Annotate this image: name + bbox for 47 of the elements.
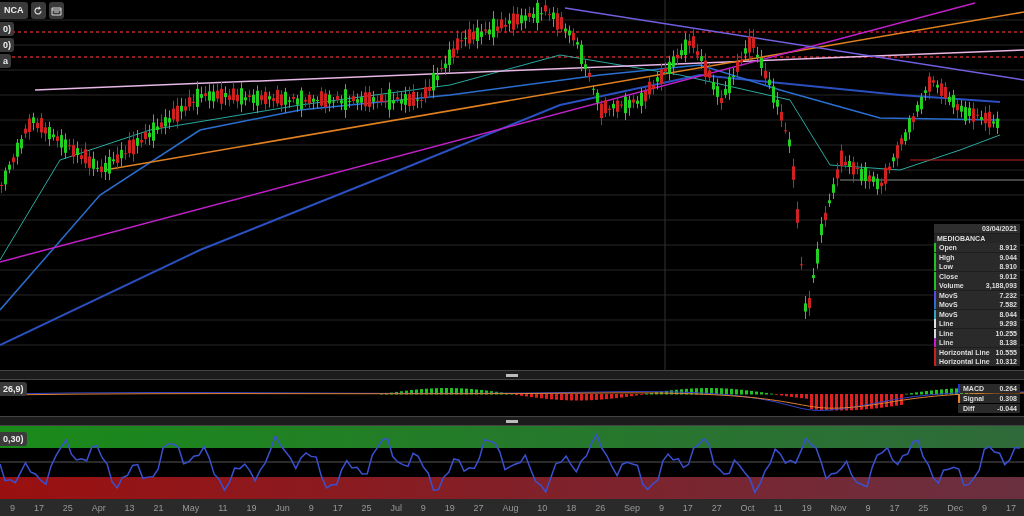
axis-label: Apr xyxy=(91,502,106,513)
study-label: a xyxy=(0,54,11,68)
calendar-icon xyxy=(50,5,62,16)
axis-label: 11 xyxy=(218,502,228,513)
axis-label: 19 xyxy=(444,502,455,513)
study-label: 26,9) xyxy=(0,382,27,396)
axis-label: 26 xyxy=(595,502,606,513)
axis-label: Nov xyxy=(830,502,847,513)
reset-view-button[interactable] xyxy=(48,2,64,19)
axis-label: Sep xyxy=(624,502,641,513)
axis-label: Jun xyxy=(275,502,290,513)
axis-label: 18 xyxy=(566,502,577,513)
refresh-icon xyxy=(33,5,43,16)
axis-label: 13 xyxy=(124,502,135,513)
refresh-button[interactable] xyxy=(30,2,46,19)
axis-label: May xyxy=(182,502,200,513)
axis-label: 21 xyxy=(153,502,164,513)
axis-label: 17 xyxy=(889,502,900,513)
axis-label: 9 xyxy=(420,502,426,513)
axis-label: 17 xyxy=(332,502,343,513)
axis-label: Dec xyxy=(947,502,964,513)
study-label: 0) xyxy=(0,38,14,52)
axis-label: 9 xyxy=(658,502,664,513)
axis-label: 10 xyxy=(537,502,548,513)
study-label: 0,30) xyxy=(0,432,27,446)
axis-label: Oct xyxy=(740,502,755,513)
axis-label: 9 xyxy=(865,502,871,513)
axis-label: 9 xyxy=(10,502,15,513)
axis-label: 17 xyxy=(1005,502,1016,513)
axis-label: 17 xyxy=(682,502,693,513)
axis-label: 19 xyxy=(801,502,812,513)
axis-label: 27 xyxy=(473,502,484,513)
axis-label: 27 xyxy=(711,502,722,513)
axis-label: 25 xyxy=(918,502,929,513)
resize-handle[interactable] xyxy=(506,373,518,377)
resize-handle[interactable] xyxy=(506,419,518,423)
study-label: 0) xyxy=(0,22,14,36)
symbol-label: NCA xyxy=(0,2,28,19)
axis-label: Jul xyxy=(390,502,402,513)
axis-label: 25 xyxy=(361,502,372,513)
axis-label: 19 xyxy=(246,502,257,513)
axis-label: 25 xyxy=(62,502,73,513)
axis-label: 9 xyxy=(982,502,988,513)
axis-label: Aug xyxy=(502,502,519,513)
axis-label: 17 xyxy=(33,502,44,513)
axis-label: 11 xyxy=(773,502,783,513)
axis-label: 9 xyxy=(308,502,314,513)
